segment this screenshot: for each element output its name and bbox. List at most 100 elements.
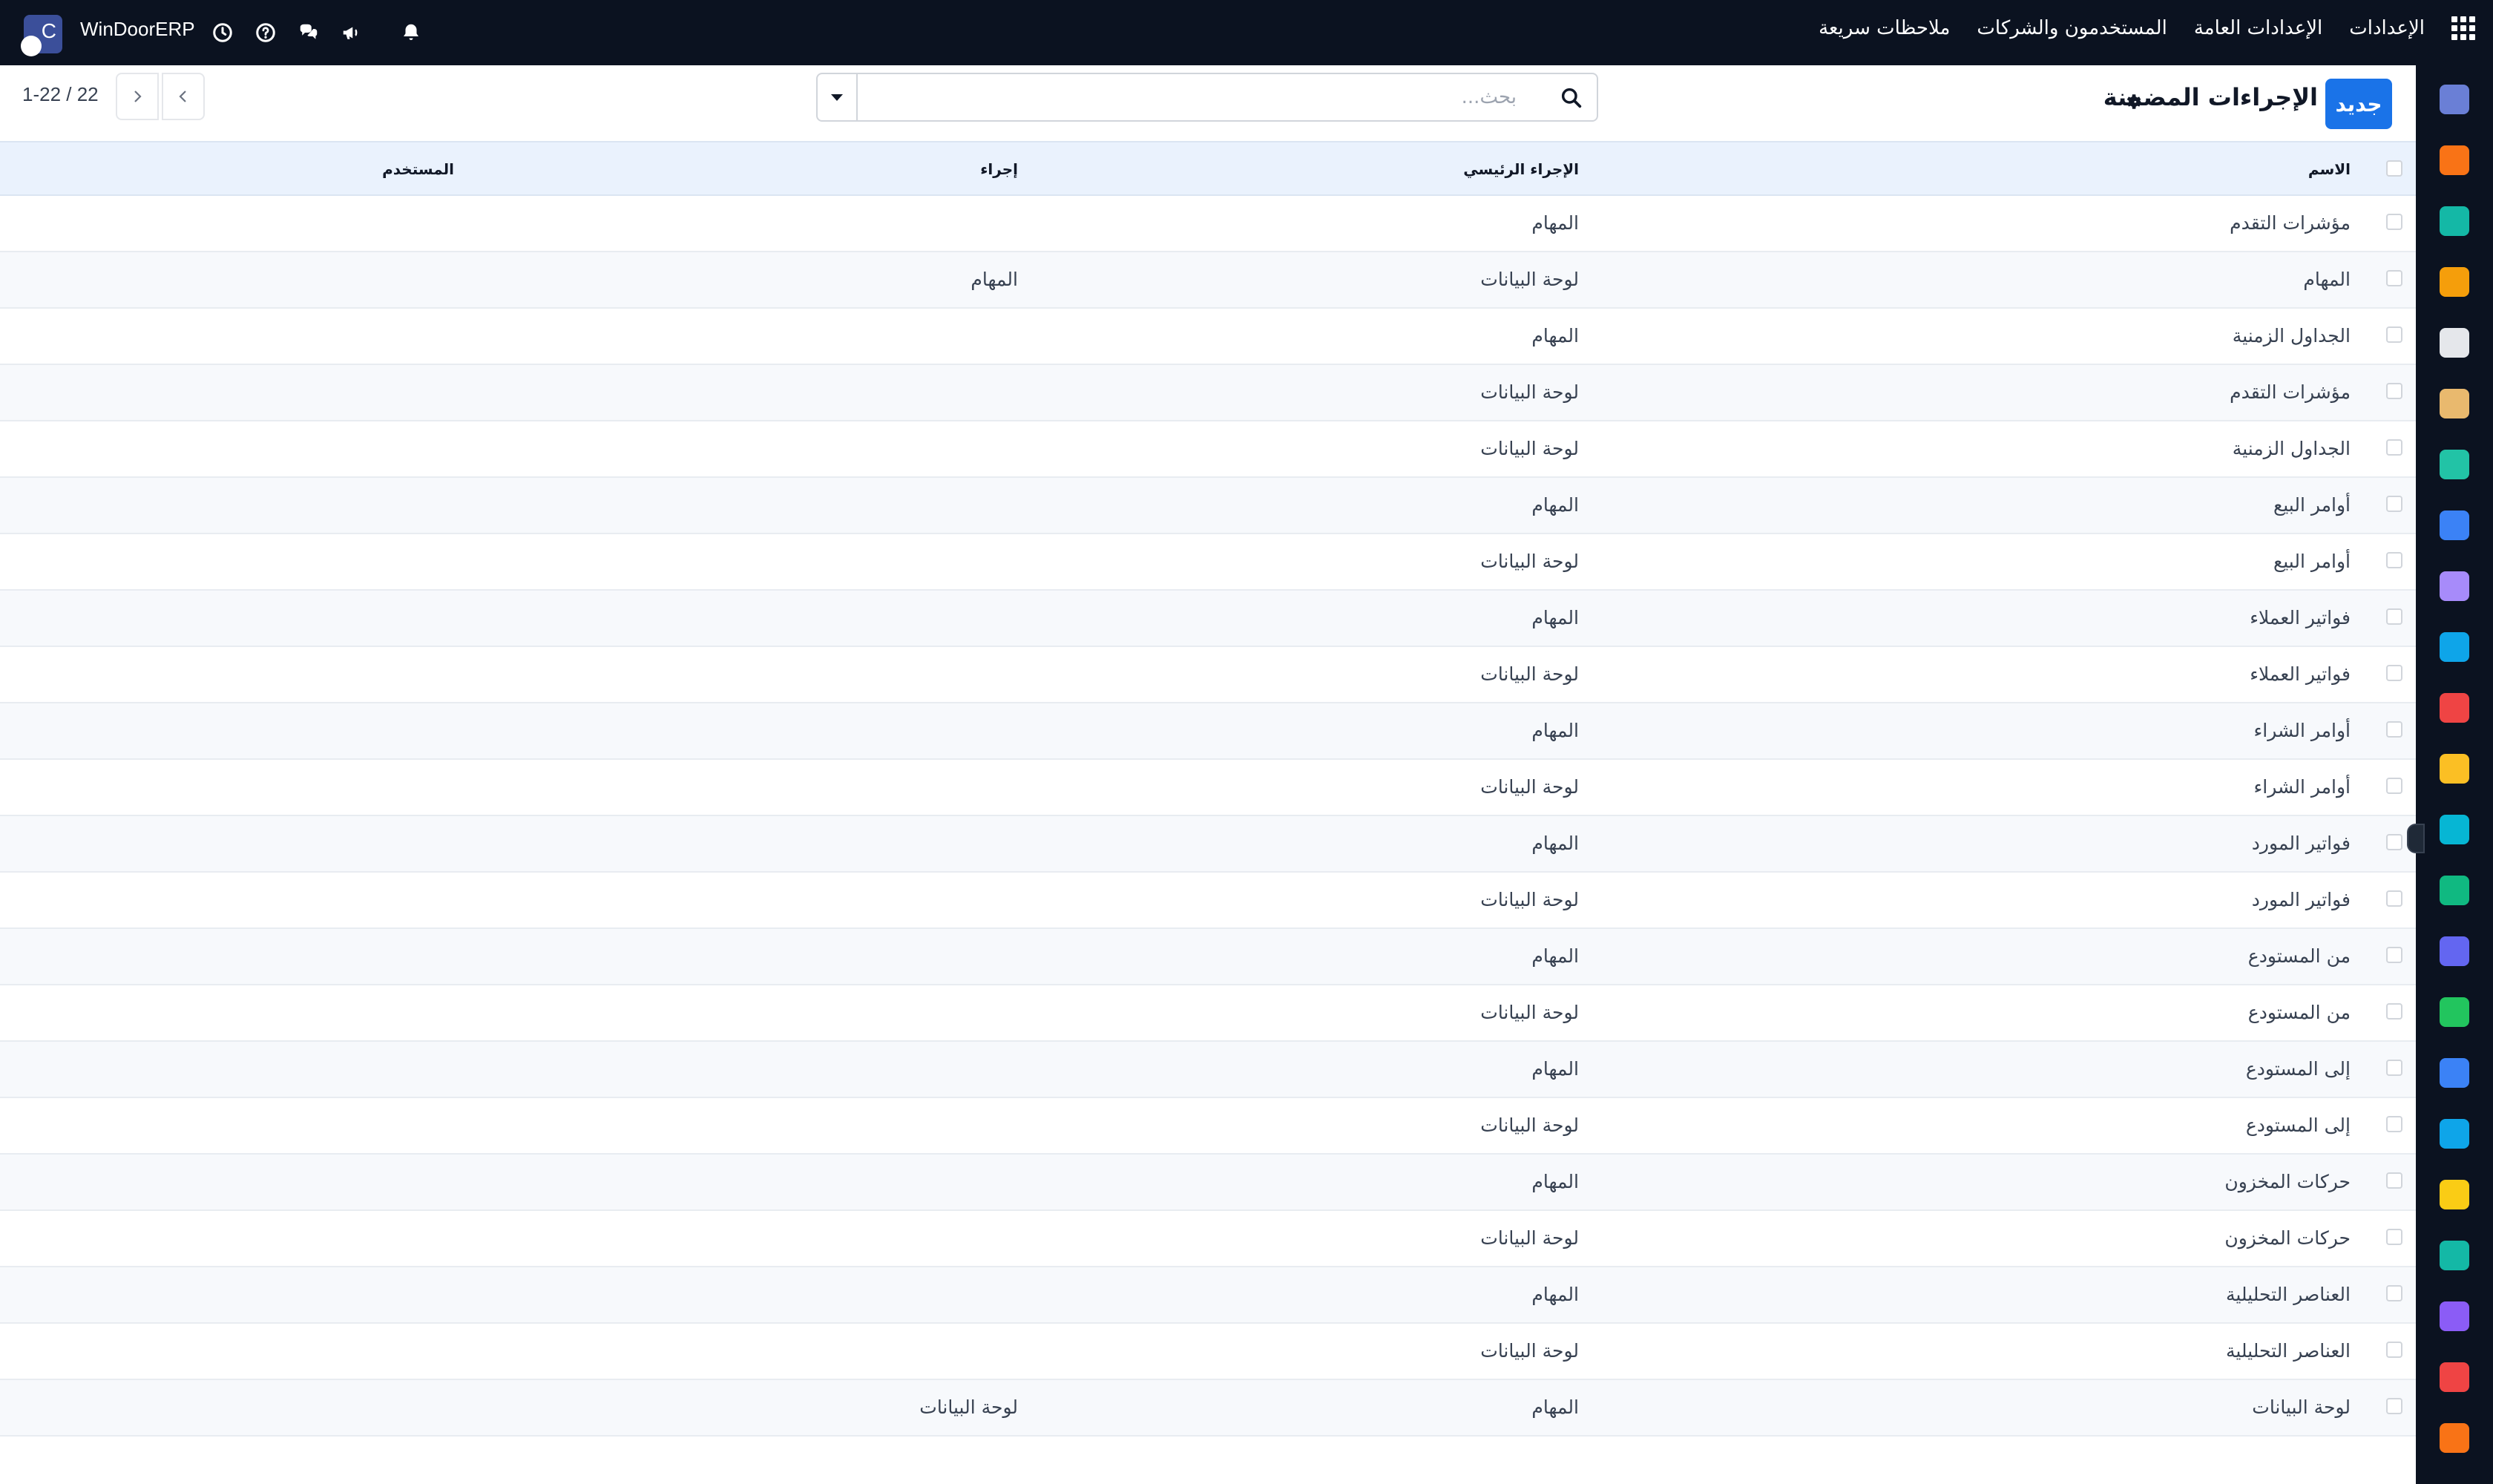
table-row[interactable]: إلى المستودع المهام bbox=[0, 1042, 2416, 1098]
cell-parent-action[interactable]: لوحة البيانات bbox=[1480, 438, 1579, 459]
gear-icon[interactable] bbox=[2124, 92, 2143, 111]
table-row[interactable]: العناصر التحليلية لوحة البيانات bbox=[0, 1324, 2416, 1380]
crm-app-icon[interactable] bbox=[2440, 876, 2469, 905]
cell-parent-action[interactable]: لوحة البيانات bbox=[1480, 1227, 1579, 1249]
cell-name[interactable]: فواتير المورد bbox=[2252, 889, 2351, 910]
row-select-checkbox[interactable] bbox=[2386, 214, 2402, 230]
employees-app-icon[interactable] bbox=[2440, 693, 2469, 723]
row-select-checkbox[interactable] bbox=[2386, 890, 2402, 907]
row-select-checkbox[interactable] bbox=[2386, 721, 2402, 738]
cell-name[interactable]: حركات المخزون bbox=[2224, 1171, 2351, 1192]
cell-name[interactable]: أوامر الشراء bbox=[2254, 720, 2351, 741]
whatsapp-app-icon[interactable] bbox=[2440, 997, 2469, 1027]
cell-parent-action[interactable]: المهام bbox=[1531, 720, 1579, 741]
mail-app-icon[interactable] bbox=[2440, 85, 2469, 114]
cell-parent-action[interactable]: المهام bbox=[1531, 212, 1579, 234]
menu-settings[interactable]: الإعدادات bbox=[2349, 17, 2425, 39]
cell-parent-action[interactable]: لوحة البيانات bbox=[1480, 1340, 1579, 1362]
megaphone-icon[interactable] bbox=[338, 19, 365, 46]
cell-parent-action[interactable]: لوحة البيانات bbox=[1480, 663, 1579, 685]
cell-name[interactable]: حركات المخزون bbox=[2224, 1227, 2351, 1249]
column-header-parent-action[interactable]: الإجراء الرئيسي bbox=[1463, 160, 1579, 178]
company-logo-icon[interactable]: C bbox=[21, 15, 62, 56]
documents-app-icon[interactable] bbox=[2440, 206, 2469, 236]
cell-name[interactable]: أوامر البيع bbox=[2273, 551, 2351, 572]
timesheet-app-icon[interactable] bbox=[2440, 1058, 2469, 1088]
contacts-app-icon[interactable] bbox=[2440, 389, 2469, 418]
cell-parent-action[interactable]: المهام bbox=[1531, 1058, 1579, 1080]
row-select-checkbox[interactable] bbox=[2386, 383, 2402, 399]
purchase-app-icon[interactable] bbox=[2440, 1301, 2469, 1331]
menu-quick-notes[interactable]: ملاحظات سريعة bbox=[1819, 17, 1950, 39]
pager-next-button[interactable] bbox=[116, 73, 159, 120]
row-select-checkbox[interactable] bbox=[2386, 439, 2402, 456]
table-row[interactable]: إلى المستودع لوحة البيانات bbox=[0, 1098, 2416, 1155]
table-row[interactable]: من المستودع لوحة البيانات bbox=[0, 985, 2416, 1042]
cell-parent-action[interactable]: المهام bbox=[1531, 607, 1579, 628]
cell-parent-action[interactable]: لوحة البيانات bbox=[1480, 1002, 1579, 1023]
table-row[interactable]: فواتير العملاء لوحة البيانات bbox=[0, 647, 2416, 703]
table-row[interactable]: الجداول الزمنية المهام bbox=[0, 309, 2416, 365]
column-header-action[interactable]: إجراء bbox=[980, 160, 1018, 178]
table-row[interactable]: أوامر البيع لوحة البيانات bbox=[0, 534, 2416, 591]
pager-previous-button[interactable] bbox=[162, 73, 205, 120]
row-select-checkbox[interactable] bbox=[2386, 496, 2402, 512]
menu-general-settings[interactable]: الإعدادات العامة bbox=[2194, 17, 2322, 39]
cell-name[interactable]: لوحة البيانات bbox=[2252, 1396, 2351, 1418]
company-name[interactable]: WinDoorERP bbox=[80, 18, 195, 41]
table-row[interactable]: المهام لوحة البيانات المهام bbox=[0, 252, 2416, 309]
table-row[interactable]: حركات المخزون لوحة البيانات bbox=[0, 1211, 2416, 1267]
row-select-checkbox[interactable] bbox=[2386, 665, 2402, 681]
cell-parent-action[interactable]: المهام bbox=[1531, 945, 1579, 967]
cell-parent-action[interactable]: المهام bbox=[1531, 1284, 1579, 1305]
table-row[interactable]: فواتير العملاء المهام bbox=[0, 591, 2416, 647]
cell-parent-action[interactable]: لوحة البيانات bbox=[1480, 889, 1579, 910]
cell-name[interactable]: إلى المستودع bbox=[2246, 1058, 2351, 1080]
pager-counter[interactable]: 1-22 / 22 bbox=[22, 83, 99, 106]
calendar-app-icon[interactable] bbox=[2440, 754, 2469, 784]
bell-icon[interactable] bbox=[398, 19, 424, 46]
cell-name[interactable]: فواتير المورد bbox=[2252, 833, 2351, 854]
search-icon[interactable] bbox=[1560, 86, 1583, 110]
table-row[interactable]: أوامر البيع المهام bbox=[0, 478, 2416, 534]
table-row[interactable]: فواتير المورد المهام bbox=[0, 816, 2416, 873]
cell-action[interactable]: لوحة البيانات bbox=[919, 1396, 1018, 1418]
row-select-checkbox[interactable] bbox=[2386, 1229, 2402, 1245]
cell-parent-action[interactable]: المهام bbox=[1531, 833, 1579, 854]
sidebar-toggle-handle[interactable] bbox=[2407, 824, 2425, 853]
cell-parent-action[interactable]: لوحة البيانات bbox=[1480, 776, 1579, 798]
row-select-checkbox[interactable] bbox=[2386, 1285, 2402, 1301]
cell-name[interactable]: من المستودع bbox=[2248, 1002, 2351, 1023]
cell-action[interactable]: المهام bbox=[970, 269, 1018, 290]
cell-parent-action[interactable]: لوحة البيانات bbox=[1480, 1114, 1579, 1136]
app-menu-grid-icon[interactable] bbox=[2451, 16, 2475, 40]
row-select-checkbox[interactable] bbox=[2386, 778, 2402, 794]
products-app-icon[interactable] bbox=[2440, 571, 2469, 601]
cell-name[interactable]: مؤشرات التقدم bbox=[2230, 212, 2351, 234]
table-row[interactable]: الجداول الزمنية لوحة البيانات bbox=[0, 421, 2416, 478]
cell-parent-action[interactable]: المهام bbox=[1531, 1396, 1579, 1418]
table-row[interactable]: العناصر التحليلية المهام bbox=[0, 1267, 2416, 1324]
cell-name[interactable]: فواتير العملاء bbox=[2250, 607, 2351, 628]
select-all-checkbox[interactable] bbox=[2386, 160, 2402, 177]
table-row[interactable]: مؤشرات التقدم لوحة البيانات bbox=[0, 365, 2416, 421]
row-select-checkbox[interactable] bbox=[2386, 1003, 2402, 1020]
row-select-checkbox[interactable] bbox=[2386, 326, 2402, 343]
new-button[interactable]: جديد bbox=[2325, 79, 2392, 129]
sign-app-icon[interactable] bbox=[2440, 815, 2469, 844]
table-row[interactable]: فواتير المورد لوحة البيانات bbox=[0, 873, 2416, 929]
reporting-app-icon[interactable] bbox=[2440, 267, 2469, 297]
row-select-checkbox[interactable] bbox=[2386, 1398, 2402, 1414]
cell-name[interactable]: إلى المستودع bbox=[2246, 1114, 2351, 1136]
column-header-user[interactable]: المستخدم bbox=[382, 160, 454, 178]
chat-icon[interactable] bbox=[295, 19, 322, 46]
settings-app-icon[interactable] bbox=[2440, 1423, 2469, 1453]
dashboards-app-icon[interactable] bbox=[2440, 936, 2469, 966]
website-app-icon[interactable] bbox=[2440, 1119, 2469, 1149]
table-row[interactable]: من المستودع المهام bbox=[0, 929, 2416, 985]
cell-name[interactable]: مؤشرات التقدم bbox=[2230, 381, 2351, 403]
table-row[interactable]: لوحة البيانات المهام لوحة البيانات bbox=[0, 1380, 2416, 1437]
brand[interactable]: C bbox=[21, 15, 62, 56]
row-select-checkbox[interactable] bbox=[2386, 552, 2402, 568]
menu-users-companies[interactable]: المستخدمون والشركات bbox=[1977, 17, 2167, 39]
